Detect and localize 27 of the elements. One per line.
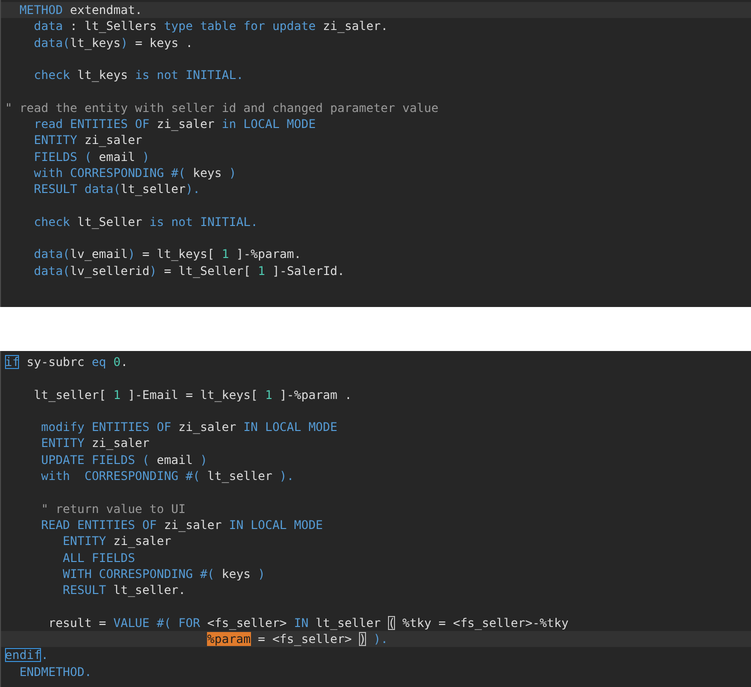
code-line: check lt_Seller is not INITIAL. — [32, 214, 259, 230]
code-line: READ ENTITIES OF zi_saler IN LOCAL MODE — [40, 516, 324, 534]
code-line: UPDATE FIELDS ( email ) — [40, 452, 208, 468]
code-line: WITH CORRESPONDING #( keys ) — [62, 566, 266, 582]
code-line: result = VALUE #( FOR <fs_seller> IN lt_seller ( %tky = <fs_seller>-%tky — [47, 614, 570, 632]
code-line: ENDMETHOD. — [18, 664, 93, 680]
code-line: ENTITY zi_saler — [32, 132, 144, 149]
code-line: data(lt_keys) = keys . — [32, 34, 194, 51]
code-line: RESULT data(lt_seller). — [32, 181, 202, 198]
code-line: modify ENTITIES OF zi_saler IN LOCAL MODE — [40, 419, 338, 436]
code-line: with CORRESPONDING #( keys ) — [32, 164, 238, 182]
code-line: ENTITY zi_saler — [40, 435, 151, 452]
code-line: with CORRESPONDING #( lt_seller ). — [40, 468, 296, 484]
code-line: data : lt_Sellers type table for update zi_saler. — [32, 18, 389, 35]
code-line: endif. — [4, 647, 50, 664]
code-line: FIELDS ( email ) — [32, 148, 150, 165]
code-line: if sy-subrc eq 0. — [4, 354, 129, 370]
code-line: ALL FIELDS — [62, 550, 136, 566]
code-line: ENTITY zi_saler — [62, 533, 172, 550]
code-line: data(lv_sellerid) = lt_Seller[ 1 ]-SalerId. — [32, 262, 346, 280]
code-line: " read the entity with seller id and changed parameter value — [4, 100, 440, 116]
code-line: lt_seller[ 1 ]-Email = lt_keys[ 1 ]-%param . — [32, 386, 353, 403]
code-line: " return value to UI — [40, 500, 187, 517]
code-line: data(lv_email) = lt_keys[ 1 ]-%param. — [32, 246, 302, 263]
code-line: check lt_keys is not INITIAL. — [32, 67, 244, 84]
code-line: read ENTITIES OF zi_saler in LOCAL MODE — [32, 116, 317, 132]
code-line: RESULT lt_seller. — [62, 582, 187, 598]
